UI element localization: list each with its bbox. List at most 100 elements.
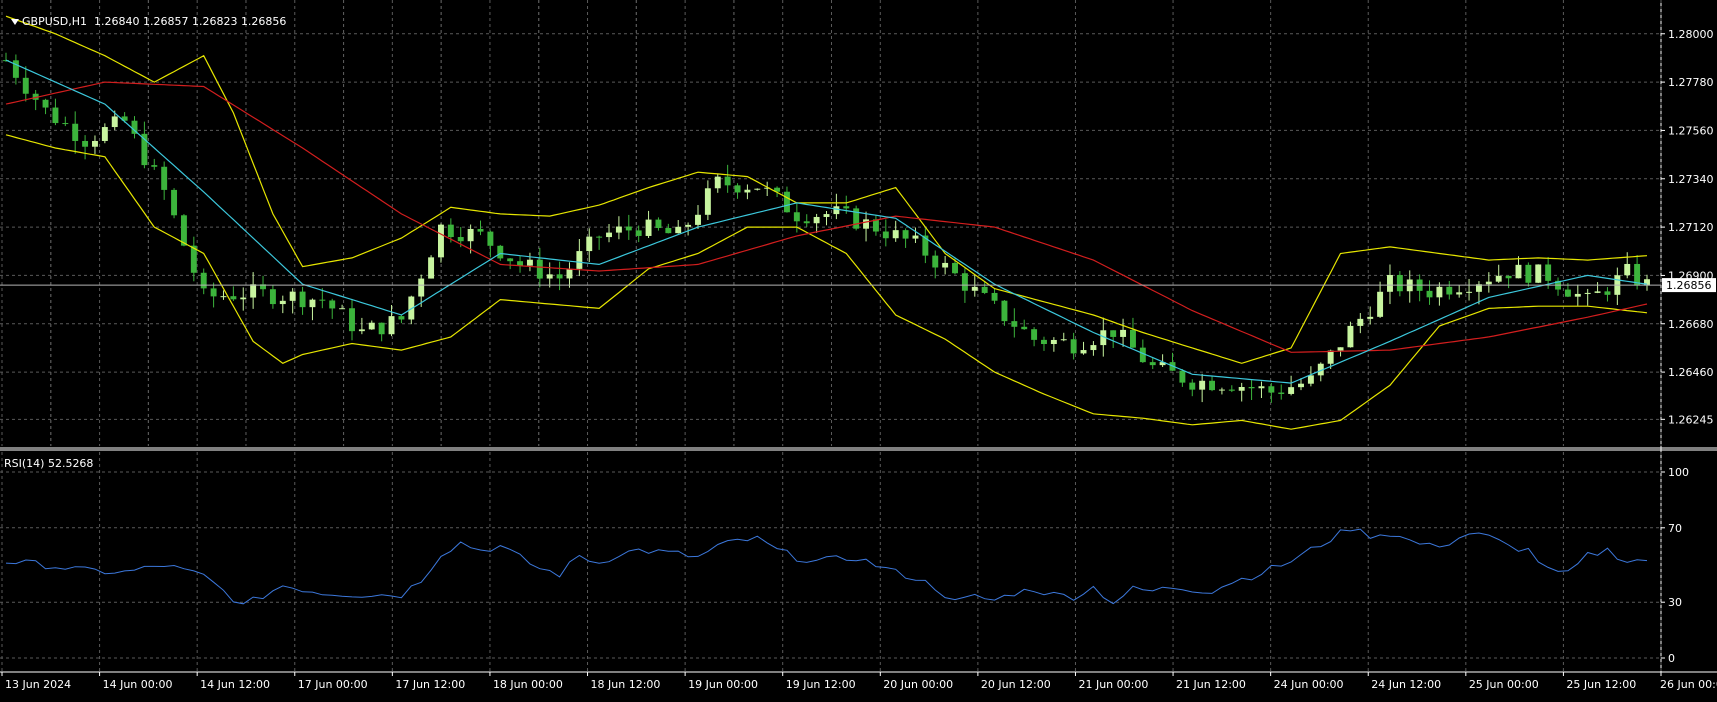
candle-body [695, 214, 701, 225]
rsi-header: RSI(14) 52.5268 [4, 457, 94, 470]
candle-body [279, 300, 286, 305]
candle-body [1129, 329, 1136, 348]
time-tick-label: 19 Jun 00:00 [688, 678, 758, 691]
price-tick-label: 1.27560 [1668, 124, 1714, 137]
candle-body [1248, 387, 1255, 389]
candle-body [1120, 329, 1127, 337]
candle-body [1574, 293, 1581, 297]
candle-body [566, 268, 573, 279]
candle-body [171, 189, 178, 216]
candle-body [1535, 264, 1542, 283]
candle-body [329, 300, 336, 309]
candle-body [467, 228, 474, 242]
candle-body [556, 274, 563, 279]
candle-body [793, 212, 800, 222]
time-tick-label: 18 Jun 12:00 [591, 678, 661, 691]
price-tick-label: 1.26460 [1668, 366, 1714, 379]
candle-body [487, 231, 494, 246]
candle-body [22, 77, 29, 94]
candle-body [1495, 275, 1502, 282]
candle-body [971, 286, 978, 291]
candle-body [1179, 370, 1186, 383]
candle-body [606, 232, 612, 238]
time-tick-label: 26 Jun 00:00 [1660, 678, 1717, 691]
time-tick-label: 18 Jun 00:00 [493, 678, 563, 691]
candle-body [546, 274, 553, 279]
candle-body [754, 188, 761, 190]
candle-body [635, 230, 642, 236]
candle-body [586, 236, 593, 252]
candle-body [961, 273, 968, 291]
time-tick-label: 13 Jun 2024 [5, 678, 71, 691]
candle-body [1564, 289, 1571, 297]
candle-body [1278, 392, 1285, 394]
candle-body [1189, 382, 1196, 390]
candle-body [368, 322, 375, 330]
time-tick-label: 14 Jun 12:00 [200, 678, 270, 691]
candle-body [942, 262, 949, 268]
candle-body [596, 236, 603, 238]
rsi-tick-label: 0 [1668, 652, 1675, 665]
candle-body [240, 297, 247, 300]
candle-body [1228, 389, 1235, 391]
candle-body [872, 219, 879, 232]
time-tick-label: 25 Jun 12:00 [1566, 678, 1636, 691]
price-tick-label: 1.26245 [1668, 413, 1714, 426]
current-price-label: 1.26856 [1666, 279, 1712, 292]
candle-body [645, 219, 652, 236]
candle-body [1298, 383, 1304, 388]
chart-canvas: 1.280001.277801.275601.273401.271201.269… [0, 0, 1717, 702]
candle-body [833, 206, 840, 215]
candle-body [339, 308, 346, 310]
candle-body [813, 216, 820, 224]
candle-body [517, 261, 524, 266]
candle-body [319, 299, 326, 301]
candle-body [1060, 339, 1067, 341]
candle-body [42, 99, 49, 108]
candle-body [289, 291, 296, 301]
candle-body [744, 189, 751, 193]
candle-body [437, 224, 444, 258]
time-tick-label: 17 Jun 12:00 [395, 678, 465, 691]
candle-body [932, 255, 939, 268]
rsi-tick-label: 70 [1668, 522, 1682, 535]
candle-body [1377, 291, 1384, 317]
candle-body [1209, 380, 1216, 391]
candle-body [210, 288, 217, 297]
candle-body [1525, 264, 1532, 283]
candle-body [526, 259, 533, 266]
candle-body [1307, 375, 1314, 384]
price-tick-label: 1.26680 [1668, 318, 1714, 331]
candle-body [1337, 347, 1344, 351]
candle-body [1367, 316, 1374, 319]
candle-body [1446, 286, 1453, 295]
candle-body [92, 140, 98, 147]
candle-body [576, 251, 583, 269]
candle-body [1545, 264, 1552, 281]
time-tick-label: 24 Jun 00:00 [1274, 678, 1344, 691]
candle-body [1199, 380, 1206, 390]
candle-body [704, 188, 711, 215]
candle-body [111, 116, 118, 128]
candle-body [675, 226, 682, 234]
price-tick-label: 1.28000 [1668, 28, 1714, 41]
candle-body [1031, 329, 1038, 340]
candle-body [1485, 281, 1492, 285]
time-tick-label: 21 Jun 12:00 [1176, 678, 1246, 691]
candle-body [309, 299, 316, 308]
chart-background [0, 0, 1717, 702]
time-tick-label: 20 Jun 00:00 [883, 678, 953, 691]
candle-body [428, 257, 435, 279]
symbol-label: GBPUSD,H1 [22, 15, 87, 28]
candle-body [981, 286, 988, 293]
candle-body [378, 322, 385, 335]
candle-body [180, 215, 187, 246]
candle-body [685, 224, 692, 227]
candle-body [447, 224, 454, 238]
time-tick-label: 25 Jun 00:00 [1469, 678, 1539, 691]
candle-body [1594, 291, 1601, 293]
candle-body [299, 291, 306, 308]
candle-body [1357, 318, 1364, 326]
time-tick-label: 20 Jun 12:00 [981, 678, 1051, 691]
candle-body [349, 308, 355, 332]
